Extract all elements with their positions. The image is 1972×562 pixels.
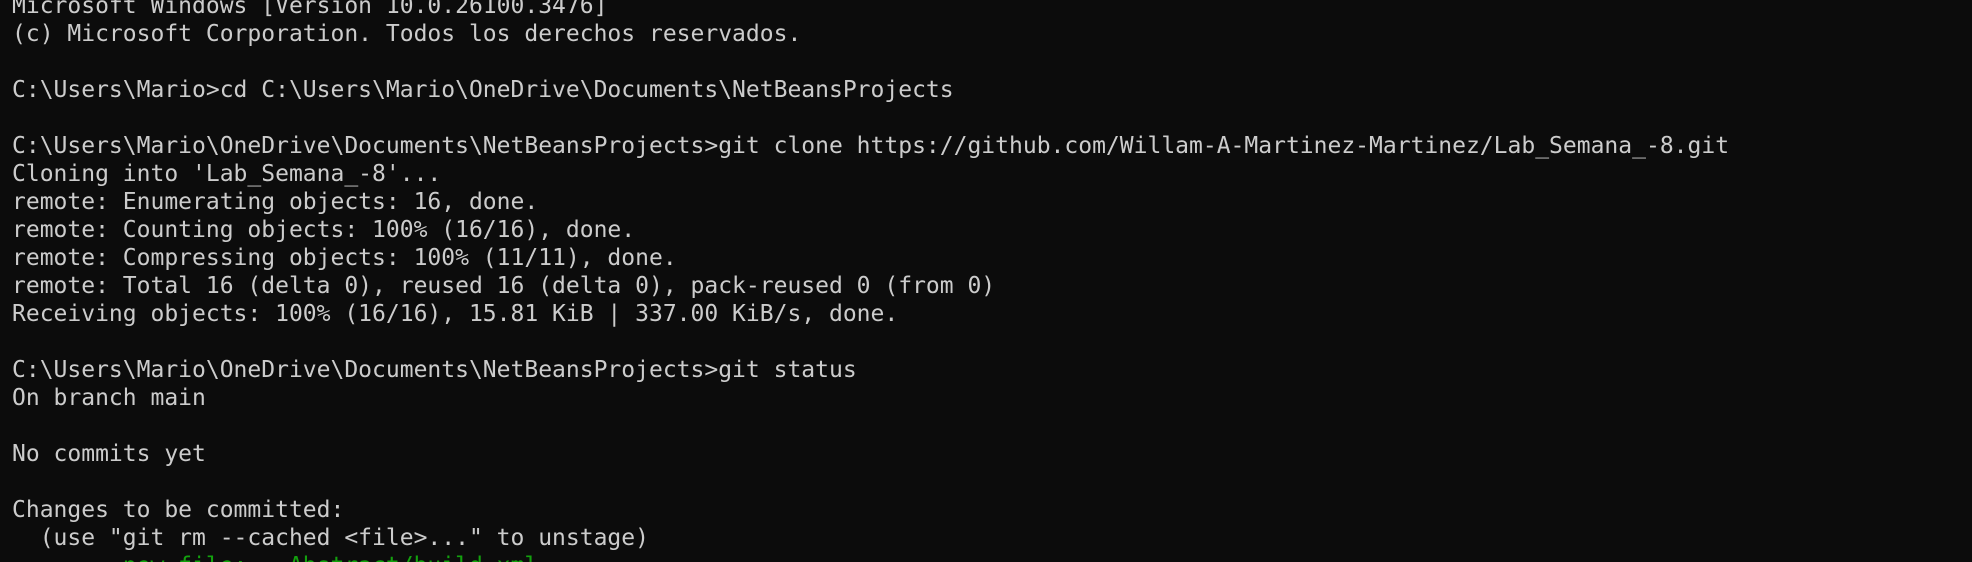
terminal-line: remote: Compressing objects: 100% (11/11… <box>12 245 677 271</box>
terminal-line: C:\Users\Mario>cd C:\Users\Mario\OneDriv… <box>12 77 954 103</box>
terminal-line: C:\Users\Mario\OneDrive\Documents\NetBea… <box>12 133 1730 159</box>
terminal-line: (use "git rm --cached <file>..." to unst… <box>12 525 649 551</box>
terminal-line: On branch main <box>12 385 206 411</box>
terminal-line: Receiving objects: 100% (16/16), 15.81 K… <box>12 301 899 327</box>
terminal-line: Changes to be committed: <box>12 497 345 523</box>
terminal-line: Cloning into 'Lab_Semana_-8'... <box>12 161 442 187</box>
terminal-line: Microsoft Windows [Versión 10.0.26100.34… <box>12 0 608 19</box>
terminal-line-staged-file: new file: Abstract/build.xml <box>12 552 1729 562</box>
terminal-line: No commits yet <box>12 441 206 467</box>
terminal-line: C:\Users\Mario\OneDrive\Documents\NetBea… <box>12 357 857 383</box>
terminal-line: remote: Total 16 (delta 0), reused 16 (d… <box>12 273 996 299</box>
terminal-window[interactable]: Microsoft Windows [Versión 10.0.26100.34… <box>0 0 1972 562</box>
terminal-line: remote: Counting objects: 100% (16/16), … <box>12 217 636 243</box>
terminal-output: Microsoft Windows [Versión 10.0.26100.34… <box>12 0 1729 562</box>
terminal-line: (c) Microsoft Corporation. Todos los der… <box>12 21 802 47</box>
terminal-line: remote: Enumerating objects: 16, done. <box>12 189 539 215</box>
